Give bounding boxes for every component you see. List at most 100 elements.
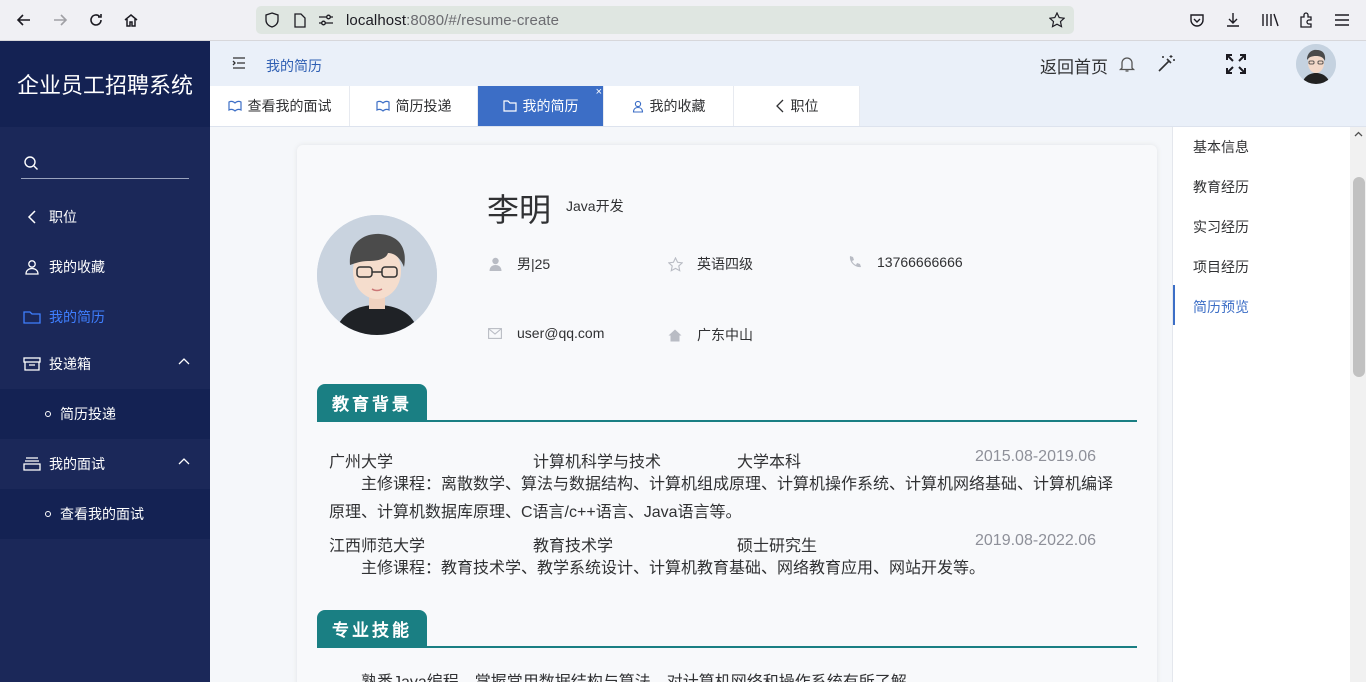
home-link[interactable]: 返回首页 <box>1040 53 1108 78</box>
home-icon[interactable] <box>120 9 142 31</box>
resume-photo <box>317 215 437 335</box>
anchor-preview[interactable]: 简历预览 <box>1193 297 1249 317</box>
sidebar-item-inbox[interactable]: 投递箱 <box>0 339 210 389</box>
sidebar-search-input[interactable] <box>21 151 189 179</box>
anchor-basic-info[interactable]: 基本信息 <box>1193 137 1249 157</box>
app-title: 企业员工招聘系统 <box>0 41 210 127</box>
house-icon <box>667 327 683 343</box>
english-level-text: 英语四级 <box>697 256 753 272</box>
magic-wand-icon[interactable] <box>1155 53 1177 75</box>
browser-toolbar: localhost:8080/#/resume-create <box>0 0 1366 41</box>
reload-icon[interactable] <box>85 9 107 31</box>
resume-card: 李明 Java开发 男|25 英语四级 13766666666 user@qq.… <box>297 145 1157 682</box>
fullscreen-icon[interactable] <box>1225 53 1247 75</box>
phone-icon <box>847 254 863 270</box>
tab-view-interviews[interactable]: 查看我的面试 <box>210 86 350 126</box>
course-list: 主修课程：离散数学、算法与数据结构、计算机组成原理、计算机操作系统、计算机网络基… <box>329 476 1114 521</box>
school-name: 江西师范大学 <box>329 538 426 555</box>
sidebar-item-label: 投递箱 <box>49 356 91 372</box>
menu-icon[interactable] <box>1332 10 1352 30</box>
sidebar-item-jobs[interactable]: 职位 <box>0 192 210 242</box>
main-content: 李明 Java开发 男|25 英语四级 13766666666 user@qq.… <box>210 127 1366 682</box>
sidebar-item-label: 简历投递 <box>60 406 116 422</box>
bullet-icon <box>45 511 51 517</box>
user-icon <box>487 256 503 272</box>
url-bar[interactable]: localhost:8080/#/resume-create <box>256 6 1074 34</box>
tab-close-icon[interactable]: × <box>596 86 602 98</box>
collapse-menu-icon[interactable] <box>232 56 246 75</box>
resume-job-title: Java开发 <box>566 198 624 214</box>
degree: 硕士研究生 <box>737 538 818 555</box>
major: 教育技术学 <box>533 538 614 555</box>
star-icon <box>667 256 683 272</box>
phone-text: 13766666666 <box>877 254 963 270</box>
tab-label: 我的简历 <box>522 98 579 114</box>
anchor-education[interactable]: 教育经历 <box>1193 177 1249 197</box>
anchor-active-indicator <box>1173 285 1175 325</box>
education-row: 江西师范大学 教育技术学 硕士研究生 2019.08-2022.06 <box>329 532 1109 555</box>
sidebar-subitem-resume-delivery[interactable]: 简历投递 <box>0 389 210 439</box>
tab-favorites[interactable]: 我的收藏 <box>604 86 734 126</box>
english-info: 英语四级 <box>667 254 753 274</box>
anchor-projects[interactable]: 项目经历 <box>1193 257 1249 277</box>
section-title: 教育背景 <box>317 384 427 420</box>
sidebar-item-label: 我的简历 <box>49 309 105 325</box>
sidebar-subitem-view-interviews[interactable]: 查看我的面试 <box>0 489 210 539</box>
book-icon <box>227 100 242 112</box>
back-icon[interactable] <box>13 9 35 31</box>
book-icon <box>375 100 390 112</box>
resume-name: 李明 <box>487 192 552 228</box>
sidebar: 企业员工招聘系统 职位 我的收藏 我的简历 投递箱 简历投递 我的面试 查看我的… <box>0 41 210 682</box>
education-row: 广州大学 计算机科学与技术 大学本科 2015.08-2019.06 <box>329 448 1109 471</box>
tab-label: 职位 <box>790 98 819 114</box>
extensions-icon[interactable] <box>1296 10 1316 30</box>
sidebar-item-my-interviews[interactable]: 我的面试 <box>0 439 210 489</box>
url-text[interactable]: localhost:8080/#/resume-create <box>346 12 559 29</box>
shield-icon[interactable] <box>264 12 280 28</box>
date-range: 2015.08-2019.06 <box>975 448 1096 465</box>
location-text: 广东中山 <box>697 327 753 343</box>
sidebar-item-label: 职位 <box>49 209 77 225</box>
library-icon[interactable] <box>1260 10 1280 30</box>
chevron-left-icon <box>22 207 42 227</box>
mail-icon <box>487 325 503 341</box>
course-list: 主修课程：教育技术学、教学系统设计、计算机教育基础、网络教育应用、网站开发等。 <box>361 560 986 577</box>
tab-jobs[interactable]: 职位 <box>734 86 860 126</box>
tab-bar: 查看我的面试 简历投递 我的简历 × 我的收藏 职位 <box>210 85 1366 127</box>
inbox-icon <box>22 354 42 374</box>
sidebar-item-label: 查看我的面试 <box>60 506 144 522</box>
user-icon <box>632 100 644 113</box>
sidebar-item-my-resume[interactable]: 我的简历 <box>0 292 210 342</box>
location-info: 广东中山 <box>667 325 753 345</box>
box-icon <box>22 454 42 474</box>
forward-icon[interactable] <box>49 9 71 31</box>
anchor-internship[interactable]: 实习经历 <box>1193 217 1249 237</box>
tab-resume-delivery[interactable]: 简历投递 <box>350 86 478 126</box>
pocket-icon[interactable] <box>1187 10 1207 30</box>
permissions-icon[interactable] <box>318 12 334 28</box>
scroll-thumb[interactable] <box>1353 177 1365 377</box>
scrollbar[interactable] <box>1350 127 1366 682</box>
breadcrumb[interactable]: 我的简历 <box>266 56 322 76</box>
tab-label: 我的收藏 <box>649 98 706 114</box>
page-icon <box>292 12 308 28</box>
date-range: 2019.08-2022.06 <box>975 532 1096 549</box>
user-icon <box>22 257 42 277</box>
degree: 大学本科 <box>737 454 802 471</box>
search-icon <box>24 156 38 170</box>
sidebar-item-favorites[interactable]: 我的收藏 <box>0 242 210 292</box>
tab-my-resume[interactable]: 我的简历 × <box>478 86 604 126</box>
chevron-left-icon <box>775 99 785 113</box>
user-avatar[interactable] <box>1296 44 1336 84</box>
skills-section-header: 专业技能 <box>317 610 1137 648</box>
bookmark-star-icon[interactable] <box>1049 12 1065 28</box>
download-icon[interactable] <box>1223 10 1243 30</box>
major: 计算机科学与技术 <box>533 454 662 471</box>
email-text: user@qq.com <box>517 325 605 341</box>
chevron-up-icon <box>178 458 190 465</box>
email-info: user@qq.com <box>487 325 604 341</box>
gender-age-text: 男|25 <box>517 256 551 272</box>
anchor-nav: 基本信息 教育经历 实习经历 项目经历 简历预览 <box>1172 127 1350 682</box>
phone-info: 13766666666 <box>847 254 963 270</box>
bell-icon[interactable] <box>1116 53 1138 75</box>
